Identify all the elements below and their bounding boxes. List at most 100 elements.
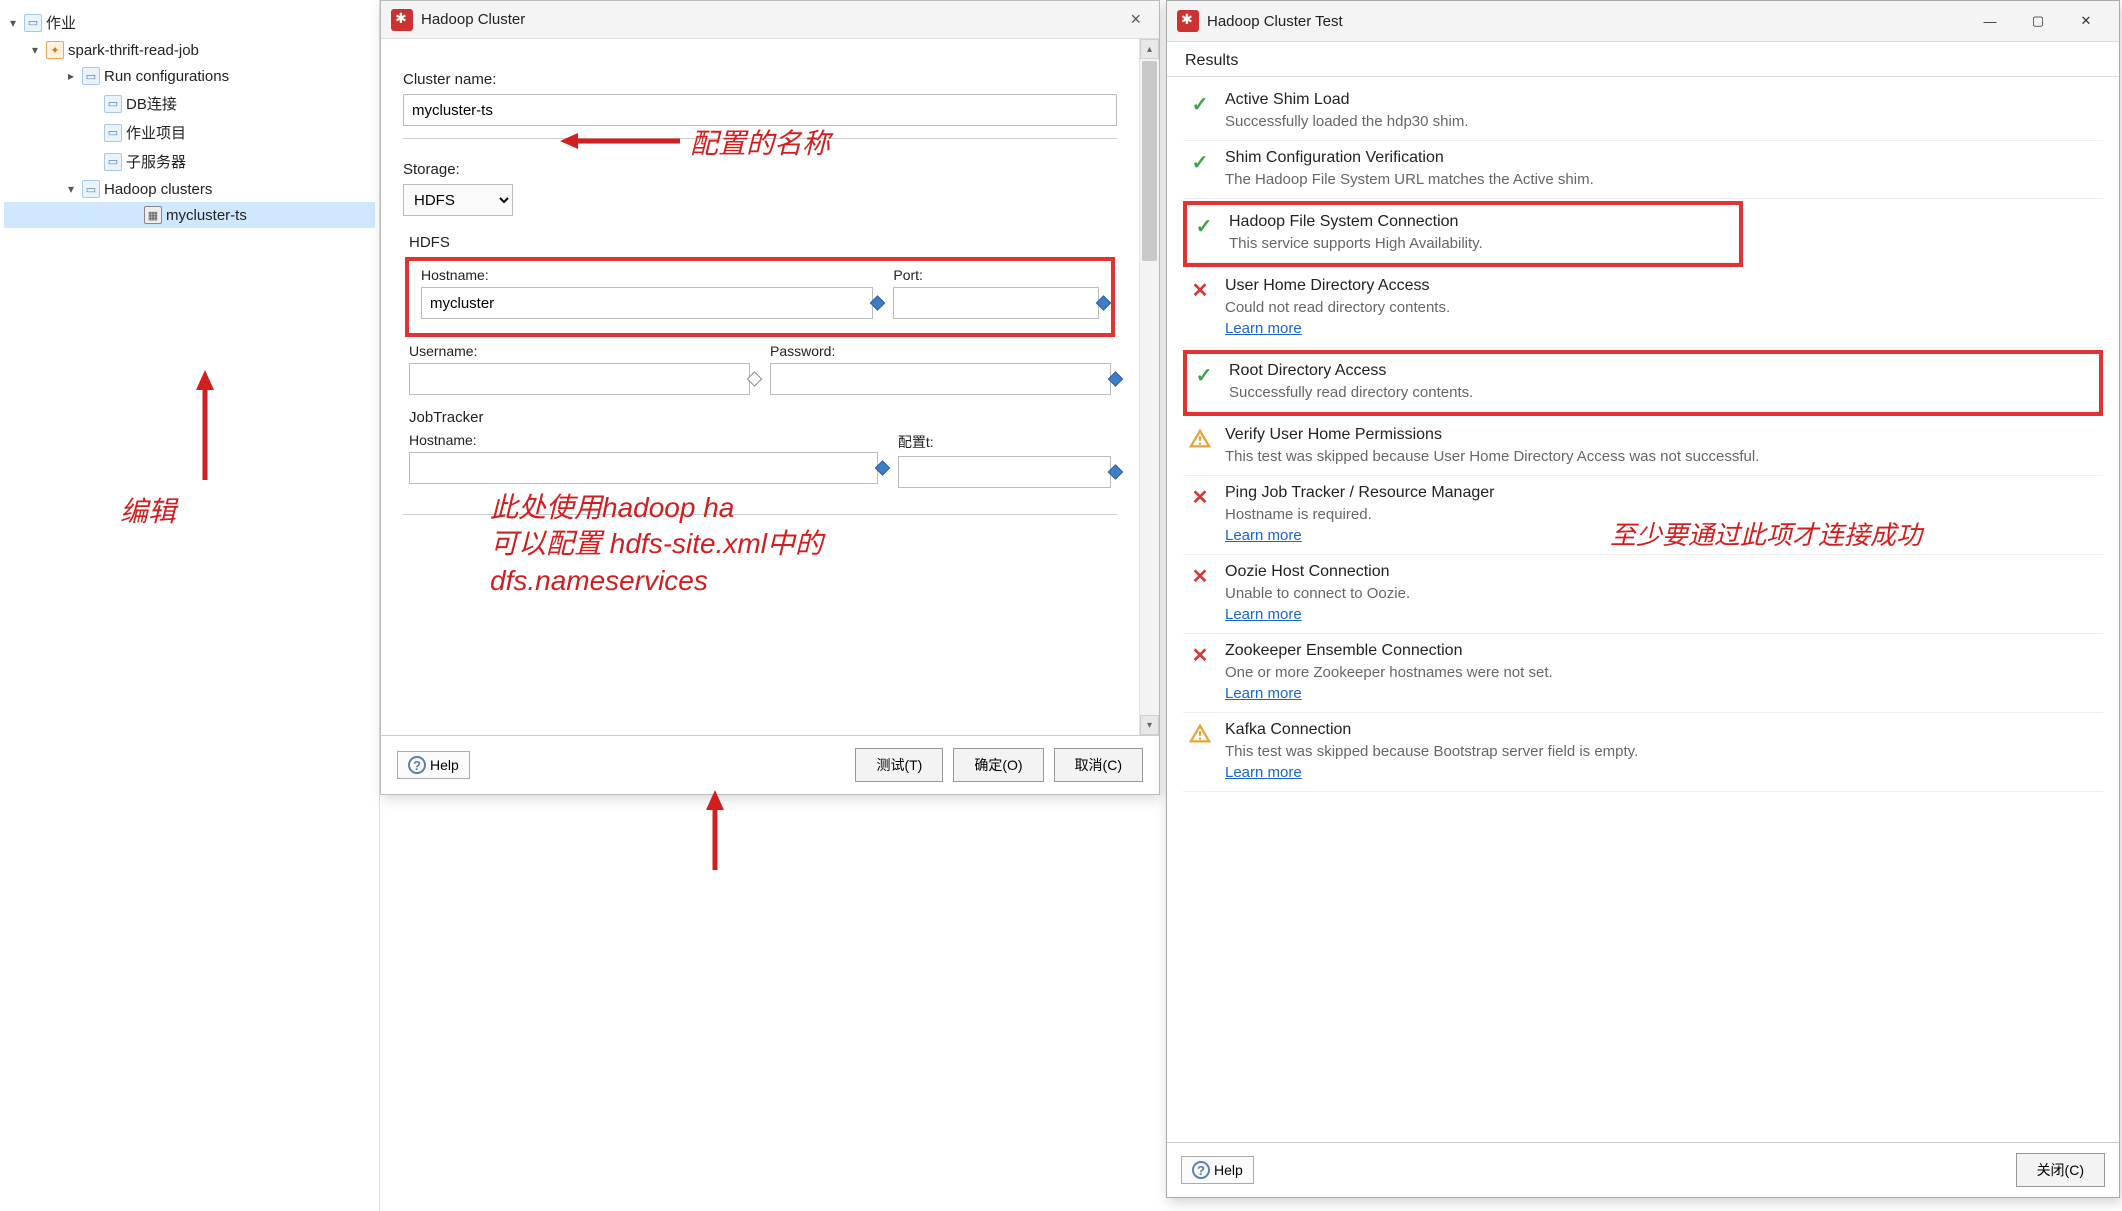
result-title: Hadoop File System Connection: [1229, 213, 1735, 231]
result-title: Ping Job Tracker / Resource Manager: [1225, 484, 2099, 502]
tree-hadoop-clusters[interactable]: ▾ ▭ Hadoop clusters: [4, 176, 375, 202]
scroll-down-icon[interactable]: ▾: [1140, 715, 1159, 735]
folder-icon: ▭: [104, 153, 122, 171]
result-item: ✕Oozie Host ConnectionUnable to connect …: [1183, 555, 2103, 634]
result-item: Kafka ConnectionThis test was skipped be…: [1183, 713, 2103, 792]
tree-panel: ▾ ▭ 作业 ▾ ✦ spark-thrift-read-job ▸ ▭ Run…: [0, 0, 380, 1211]
tree-cluster-item-label: mycluster-ts: [166, 207, 247, 224]
result-item: ✕ Zookeeper Ensemble Connection One or mor…: [1183, 634, 2103, 713]
results-body[interactable]: ✓Active Shim LoadSuccessfully loaded the…: [1167, 77, 2119, 1142]
result-item: ✕User Home Directory AccessCould not rea…: [1183, 269, 2103, 348]
learn-more-link[interactable]: Learn more: [1225, 685, 1302, 702]
maximize-button[interactable]: ▢: [2015, 7, 2061, 35]
dialog-titlebar[interactable]: Hadoop Cluster ×: [381, 1, 1159, 39]
hostname-label: Hostname:: [421, 267, 873, 283]
cross-icon: ✕: [1187, 642, 1213, 668]
result-title: Verify User Home Permissions: [1225, 426, 2099, 444]
tree-sub-server-label: 子服务器: [126, 151, 186, 172]
result-title: Shim Configuration Verification: [1225, 149, 2099, 167]
tree-job[interactable]: ▾ ✦ spark-thrift-read-job: [4, 37, 375, 63]
scrollbar[interactable]: ▴ ▾: [1139, 39, 1159, 735]
username-input[interactable]: [409, 363, 750, 395]
learn-more-link[interactable]: Learn more: [1225, 764, 1302, 781]
result-desc: Successfully read directory contents.: [1229, 384, 2095, 401]
cross-icon: ✕: [1187, 563, 1213, 589]
port-input[interactable]: [893, 287, 1099, 319]
hadoop-icon: [391, 9, 413, 31]
result-desc: One or more Zookeeper hostnames were not…: [1225, 664, 2099, 681]
scroll-thumb[interactable]: [1142, 61, 1157, 261]
jt-port-input[interactable]: [898, 456, 1111, 488]
result-item: ✓Shim Configuration VerificationThe Hado…: [1183, 141, 2103, 199]
result-title: Oozie Host Connection: [1225, 563, 2099, 581]
tree-hadoop-clusters-label: Hadoop clusters: [104, 181, 212, 198]
divider: [403, 514, 1117, 515]
jt-hostname-input[interactable]: [409, 452, 878, 484]
help-icon: ?: [1192, 1161, 1210, 1179]
cluster-name-input[interactable]: [403, 94, 1117, 126]
hadoop-icon: [1177, 10, 1199, 32]
help-label: Help: [430, 757, 459, 773]
close-icon[interactable]: ×: [1122, 7, 1149, 32]
result-item: ✓ Hadoop File System Connection This servi…: [1187, 205, 1739, 263]
tree-cluster-item[interactable]: ▦ mycluster-ts: [4, 202, 375, 228]
tree-job-label: spark-thrift-read-job: [68, 42, 199, 59]
test-dialog-title: Hadoop Cluster Test: [1207, 13, 1343, 30]
hdfs-hostport-redbox: Hostname: Port:: [405, 257, 1115, 337]
result-item: ✓ Root Directory Access Successfully read …: [1187, 354, 2099, 412]
password-input[interactable]: [770, 363, 1111, 395]
dialog-content: Cluster name: Storage: HDFS HDFS Hostnam…: [381, 39, 1139, 735]
learn-more-link[interactable]: Learn more: [1225, 606, 1302, 623]
chevron-right-icon: ▸: [64, 69, 78, 83]
test-titlebar[interactable]: Hadoop Cluster Test — ▢ ✕: [1167, 1, 2119, 42]
storage-label: Storage:: [403, 161, 1117, 178]
result-item: ✓Active Shim LoadSuccessfully loaded the…: [1183, 83, 2103, 141]
cancel-button[interactable]: 取消(C): [1054, 748, 1143, 782]
chevron-down-icon: ▾: [64, 182, 78, 196]
result-title: Root Directory Access: [1229, 362, 2095, 380]
result-desc: This test was skipped because User Home …: [1225, 448, 2099, 465]
tree-db-conn[interactable]: ▭ DB连接: [4, 89, 375, 118]
help-label: Help: [1214, 1162, 1243, 1178]
test-footer: ? Help 关闭(C): [1167, 1142, 2119, 1197]
learn-more-link[interactable]: Learn more: [1225, 527, 1302, 544]
cluster-name-label: Cluster name:: [403, 71, 1117, 88]
jt-hostname-label: Hostname:: [409, 432, 878, 448]
jobtracker-section-label: JobTracker: [409, 409, 1117, 426]
password-label: Password:: [770, 343, 1111, 359]
learn-more-link[interactable]: Learn more: [1225, 320, 1302, 337]
folder-icon: ▭: [82, 67, 100, 85]
test-button[interactable]: 测试(T): [855, 748, 943, 782]
hostname-input[interactable]: [421, 287, 873, 319]
result-title: Zookeeper Ensemble Connection: [1225, 642, 2099, 660]
tree-run-conf[interactable]: ▸ ▭ Run configurations: [4, 63, 375, 89]
folder-icon: ▭: [104, 95, 122, 113]
dialog-footer: ? Help 测试(T) 确定(O) 取消(C): [381, 735, 1159, 794]
check-icon: ✓: [1191, 213, 1217, 239]
minimize-button[interactable]: —: [1967, 7, 2013, 35]
scroll-up-icon[interactable]: ▴: [1140, 39, 1159, 59]
close-button[interactable]: 关闭(C): [2016, 1153, 2105, 1187]
check-icon: ✓: [1187, 149, 1213, 175]
storage-select[interactable]: HDFS: [403, 184, 513, 216]
tree-work-items-label: 作业项目: [126, 122, 186, 143]
folder-icon: ▭: [82, 180, 100, 198]
divider: [403, 138, 1117, 139]
tree-sub-server[interactable]: ▭ 子服务器: [4, 147, 375, 176]
chevron-down-icon: ▾: [28, 43, 42, 57]
warning-icon: [1187, 721, 1213, 747]
close-button[interactable]: ✕: [2063, 7, 2109, 35]
result-title: Kafka Connection: [1225, 721, 2099, 739]
tree-work-items[interactable]: ▭ 作业项目: [4, 118, 375, 147]
result-desc: Hostname is required.: [1225, 506, 2099, 523]
ok-button[interactable]: 确定(O): [953, 748, 1043, 782]
result-desc: This service supports High Availability.: [1229, 235, 1735, 252]
results-header: Results: [1167, 42, 2119, 77]
help-button[interactable]: ? Help: [1181, 1156, 1254, 1184]
check-icon: ✓: [1187, 91, 1213, 117]
help-button[interactable]: ? Help: [397, 751, 470, 779]
tree-db-conn-label: DB连接: [126, 93, 177, 114]
job-icon: ✦: [46, 41, 64, 59]
tree-root[interactable]: ▾ ▭ 作业: [4, 8, 375, 37]
check-icon: ✓: [1191, 362, 1217, 388]
